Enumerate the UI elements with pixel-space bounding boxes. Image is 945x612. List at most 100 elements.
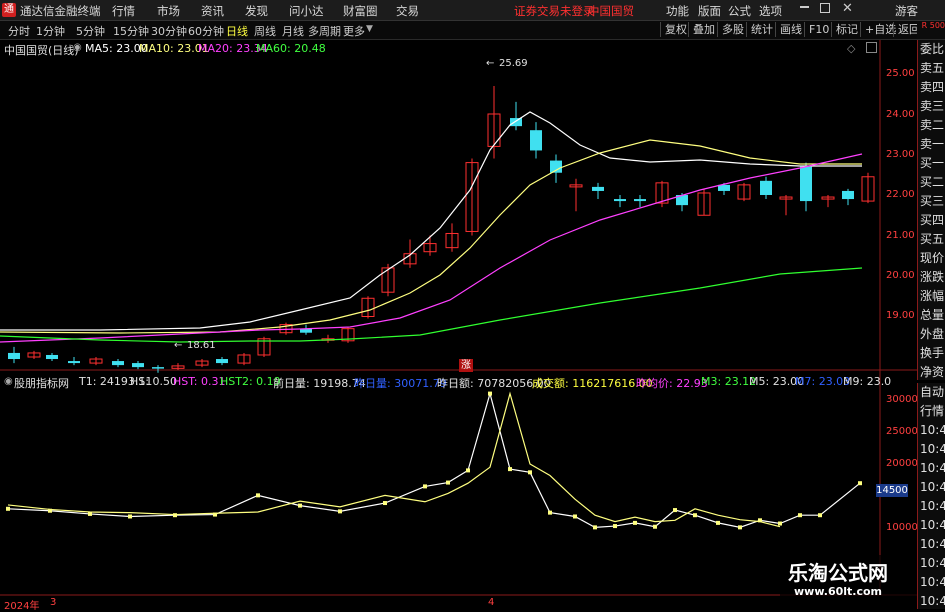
close-icon[interactable]: ✕ [842, 1, 853, 16]
indicator-point [778, 521, 782, 526]
indicator-value: M3: 23.12 [701, 375, 757, 388]
sidebar-quote-label: 买二 [920, 175, 945, 189]
chart-canvas[interactable] [0, 40, 917, 609]
indicator-point [446, 480, 450, 485]
sidebar-quote-label: 卖三 [920, 99, 945, 113]
period-1min[interactable]: 1分钟 [36, 23, 65, 39]
indicator-line-1 [7, 391, 861, 528]
sidebar-quote-label: 现价 [920, 251, 945, 265]
menu-faxian[interactable]: 发现 [245, 3, 268, 19]
menu-zixun[interactable]: 资讯 [201, 3, 224, 19]
period-15min[interactable]: 15分钟 [113, 23, 149, 39]
biaoji-button[interactable]: 标记 [831, 22, 858, 37]
price-tick: 25.00 [886, 68, 915, 79]
chevron-down-icon[interactable]: ▼ [366, 24, 373, 34]
sidebar-tick-list: 自动行情 10:44 10:45 10:45 10:45 10:45 10:45 10:45 1… [917, 383, 945, 609]
candle-body [68, 361, 80, 364]
sidebar-quote-label: 买一 [920, 156, 945, 170]
candle-body [46, 354, 58, 360]
menu-hangqing[interactable]: 行情 [112, 3, 135, 19]
duogu-button[interactable]: 多股 [717, 22, 744, 37]
back-button[interactable]: 返回 [893, 22, 920, 37]
candle-body [510, 118, 522, 127]
indicator-value: M9: 23.0 [843, 375, 892, 388]
watermark: 乐淘公式网 www.60lt.com [780, 555, 917, 603]
period-multi[interactable]: 多周期 [308, 23, 341, 39]
minimize-icon[interactable] [800, 6, 809, 8]
ma20-line [0, 153, 863, 343]
indicator-value: 前日量: 19198.74 [273, 377, 366, 390]
period-weekly[interactable]: 周线 [254, 23, 276, 39]
indicator-point [466, 468, 470, 473]
indicator-point [716, 520, 720, 525]
sidebar-quote-label: 委比 [920, 42, 945, 56]
f10-button[interactable]: F10 [804, 22, 829, 37]
candle-body [634, 199, 646, 202]
candle-body [842, 190, 854, 200]
indicator-point [173, 513, 177, 518]
watermark-url: www.60lt.com [794, 585, 883, 598]
indicator-point [633, 520, 637, 525]
indicator-value: HST2: 0.19 [220, 375, 281, 388]
sidebar-tick-item: 10:45 [920, 594, 945, 608]
sidebar-quote-label: 换手 [920, 346, 945, 360]
sidebar-tick-item: 10:45 [920, 480, 945, 494]
huaxian-button[interactable]: 画线 [775, 22, 802, 37]
sidebar-quote-label: 涨幅 [920, 289, 945, 303]
menu-xuanxiang[interactable]: 选项 [759, 3, 782, 19]
candle-body [152, 367, 164, 369]
period-60min[interactable]: 60分钟 [188, 23, 224, 39]
indicator-tick: 30000 [886, 394, 918, 405]
high-price-label: 25.69 [499, 58, 528, 69]
sidebar-tick-item: 10:45 [920, 442, 945, 456]
period-more[interactable]: 更多 [343, 23, 365, 39]
fuquan-button[interactable]: 复权 [660, 22, 687, 37]
sidebar-quote-label: 卖五 [920, 61, 945, 75]
sidebar-tick-item: 10:45 [920, 461, 945, 475]
period-toolbar: 分时 1分钟 5分钟 15分钟 30分钟 60分钟 日线 周线 月线 多周期 更… [0, 21, 945, 40]
zhang-badge[interactable]: 涨 [459, 359, 473, 372]
indicator-line-2 [7, 391, 781, 528]
menu-wenxiaoda[interactable]: 问小达 [289, 3, 324, 19]
period-fenshi[interactable]: 分时 [8, 23, 30, 39]
login-notice[interactable]: 证券交易未登录 [514, 3, 595, 19]
sidebar-tick-item: 10:45 [920, 518, 945, 532]
sidebar-tick-item: 10:45 [920, 556, 945, 570]
sidebar-quote-label: 涨跌 [920, 270, 945, 284]
menu-caifuquan[interactable]: 财富圈 [343, 3, 378, 19]
indicator-name[interactable]: 股朋指标网 [14, 375, 69, 391]
arrow-icon: ← [174, 340, 183, 351]
indicator-value: HS: 0.50 [130, 375, 177, 388]
menu-shichang[interactable]: 市场 [157, 3, 180, 19]
sidebar-tick-item: 10:45 [920, 499, 945, 513]
menu-gongshi[interactable]: 公式 [728, 3, 751, 19]
indicator-point [528, 470, 532, 475]
tongji-button[interactable]: 统计 [746, 22, 773, 37]
period-5min[interactable]: 5分钟 [76, 23, 105, 39]
sidebar-quote-label: 卖四 [920, 80, 945, 94]
period-monthly[interactable]: 月线 [282, 23, 304, 39]
indicator-point [213, 512, 217, 517]
indicator-point [128, 514, 132, 519]
user-label[interactable]: 游客 [895, 3, 918, 19]
period-daily[interactable]: 日线 [226, 23, 248, 39]
add-watchlist-button[interactable]: +自选 [860, 22, 896, 37]
sidebar-tick-item: 10:45 [920, 537, 945, 551]
watermark-title: 乐淘公式网 [788, 561, 888, 585]
menu-banmian[interactable]: 版面 [698, 3, 721, 19]
indicator-point [738, 525, 742, 530]
current-value-box: 14500 [876, 484, 908, 497]
menu-jiaoyi[interactable]: 交易 [396, 3, 419, 19]
indicator-value: 成交额: 116217616.00 [532, 377, 653, 390]
price-tick: 23.00 [886, 149, 915, 160]
period-30min[interactable]: 30分钟 [151, 23, 187, 39]
sidebar-quote-label: 卖二 [920, 118, 945, 132]
diejia-button[interactable]: 叠加 [688, 22, 715, 37]
sidebar-quote-label: 总量 [920, 308, 945, 322]
maximize-icon[interactable] [820, 3, 830, 13]
sidebar-quote-label: 卖一 [920, 137, 945, 151]
candle-body [8, 352, 20, 360]
price-tick: 24.00 [886, 109, 915, 120]
settings-dot-icon[interactable]: ◉ [4, 376, 13, 387]
menu-gongneng[interactable]: 功能 [666, 3, 689, 19]
